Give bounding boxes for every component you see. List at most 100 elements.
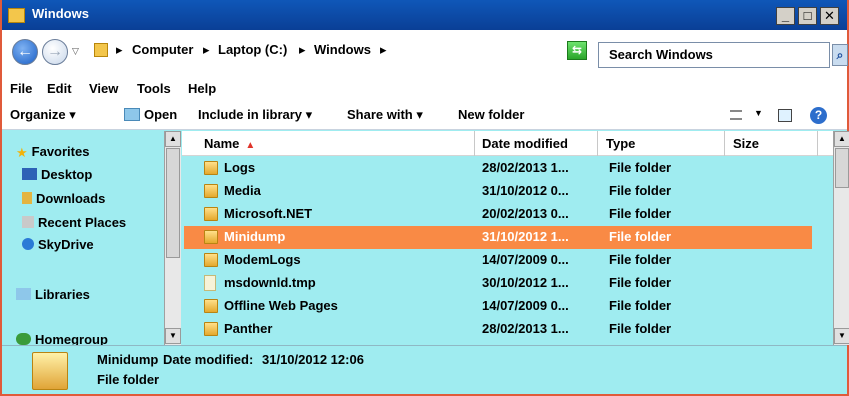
breadcrumb-computer[interactable]: Computer <box>132 42 193 57</box>
file-type: File folder <box>609 252 672 267</box>
scrollbar-thumb[interactable] <box>835 148 849 188</box>
help-icon[interactable]: ? <box>810 107 827 124</box>
menu-bar: File Edit View Tools Help <box>2 78 847 100</box>
scrollbar-thumb[interactable] <box>166 148 180 258</box>
details-pane: Minidump Date modified: 31/10/2012 12:06… <box>2 345 847 394</box>
navigation-scrollbar[interactable]: ▲ ▼ <box>164 131 181 345</box>
file-icon <box>204 275 216 291</box>
scroll-down-arrow-icon[interactable]: ▼ <box>165 328 181 344</box>
file-row[interactable]: Panther 28/02/2013 1... File folder <box>184 318 812 341</box>
view-dropdown-icon[interactable]: ▼ <box>754 108 763 118</box>
folder-icon <box>204 184 218 198</box>
menu-help[interactable]: Help <box>188 81 216 96</box>
search-input[interactable]: Search Windows <box>598 42 830 68</box>
cloud-icon <box>22 238 34 250</box>
forward-button[interactable]: → <box>42 39 68 65</box>
file-type: File folder <box>609 206 672 221</box>
detail-date-label: Date modified: <box>163 352 254 367</box>
folder-icon <box>8 8 25 23</box>
libraries-icon <box>16 288 31 300</box>
nav-desktop[interactable]: Desktop <box>22 167 92 182</box>
file-name: Media <box>224 183 261 198</box>
nav-libraries[interactable]: Libraries <box>16 287 90 302</box>
downloads-icon <box>22 192 32 204</box>
file-list-scrollbar[interactable]: ▲ ▼ <box>833 131 849 345</box>
folder-icon <box>204 207 218 221</box>
column-header-date[interactable]: Date modified <box>474 131 598 156</box>
breadcrumb-laptop[interactable]: Laptop (C:) <box>218 42 287 57</box>
file-type: File folder <box>609 160 672 175</box>
file-date-modified: 14/07/2009 0... <box>482 298 569 313</box>
command-bar: Organize ▾ Open Include in library ▾ Sha… <box>2 100 847 130</box>
open-button[interactable]: Open <box>144 107 177 122</box>
file-row[interactable]: msdownld.tmp 30/10/2012 1... File folder <box>184 272 812 295</box>
title-bar[interactable]: Windows _ □ ✕ <box>2 0 847 30</box>
close-button[interactable]: ✕ <box>820 7 839 25</box>
folder-icon <box>94 43 108 57</box>
breadcrumb-windows[interactable]: Windows <box>314 42 371 57</box>
column-header-name[interactable]: Name ▲ <box>196 131 475 156</box>
scroll-down-arrow-icon[interactable]: ▼ <box>834 328 849 344</box>
file-name: Panther <box>224 321 273 336</box>
folder-icon <box>204 161 218 175</box>
menu-tools[interactable]: Tools <box>137 81 171 96</box>
file-name: Logs <box>224 160 256 175</box>
detail-file-type: File folder <box>97 372 160 387</box>
homegroup-icon <box>16 333 31 345</box>
file-row[interactable]: Media 31/10/2012 0... File folder <box>184 180 812 203</box>
file-type: File folder <box>609 321 672 336</box>
nav-skydrive[interactable]: SkyDrive <box>22 237 94 252</box>
file-type: File folder <box>609 229 672 244</box>
menu-edit[interactable]: Edit <box>47 81 72 96</box>
file-list: Name ▲ Date modified Type Size Logs 28/02/… <box>182 131 847 345</box>
new-folder-button[interactable]: New folder <box>458 107 524 122</box>
file-row[interactable]: ModemLogs 14/07/2009 0... File folder <box>184 249 812 272</box>
menu-file[interactable]: File <box>10 81 32 96</box>
file-name: Offline Web Pages <box>224 298 338 313</box>
file-row[interactable]: Logs 28/02/2013 1... File folder <box>184 157 812 180</box>
file-row[interactable]: Offline Web Pages 14/07/2009 0... File fol… <box>184 295 812 318</box>
explorer-window: Windows _ □ ✕ ← → ▽ ▸ Computer ▸ Laptop … <box>0 0 849 396</box>
folder-icon <box>204 253 218 267</box>
crumb-separator[interactable]: ▸ <box>203 42 210 58</box>
column-header-size[interactable]: Size <box>725 131 818 156</box>
file-name: Minidump <box>224 229 286 244</box>
include-in-library-button[interactable]: Include in library ▾ <box>198 107 312 123</box>
file-type: File folder <box>609 275 672 290</box>
file-row[interactable]: Microsoft.NET 20/02/2013 0... File folder <box>184 203 812 226</box>
nav-favorites[interactable]: ★ Favorites <box>16 144 89 160</box>
file-date-modified: 31/10/2012 1... <box>482 229 569 244</box>
file-name: ModemLogs <box>224 252 301 267</box>
search-icon[interactable]: ⌕ <box>832 44 848 66</box>
minimize-button[interactable]: _ <box>776 7 795 25</box>
view-options-icon[interactable] <box>730 110 742 120</box>
crumb-separator[interactable]: ▸ <box>299 42 306 58</box>
file-row[interactable]: Minidump 31/10/2012 1... File folder <box>184 226 812 249</box>
sort-ascending-icon: ▲ <box>245 140 256 151</box>
file-date-modified: 14/07/2009 0... <box>482 252 569 267</box>
folder-icon <box>32 352 68 390</box>
crumb-separator[interactable]: ▸ <box>380 42 387 58</box>
maximize-button[interactable]: □ <box>798 7 817 25</box>
window-title: Windows <box>32 6 89 21</box>
share-with-button[interactable]: Share with ▾ <box>347 107 423 123</box>
address-row: ← → ▽ ▸ Computer ▸ Laptop (C:) ▸ Windows… <box>2 30 848 78</box>
back-button[interactable]: ← <box>12 39 38 65</box>
organize-button[interactable]: Organize ▾ <box>10 107 76 123</box>
file-type: File folder <box>609 183 672 198</box>
nav-downloads[interactable]: Downloads <box>22 191 105 206</box>
nav-homegroup[interactable]: Homegroup <box>16 332 108 345</box>
nav-recent-places[interactable]: Recent Places <box>22 215 126 230</box>
scroll-up-arrow-icon[interactable]: ▲ <box>834 131 849 147</box>
menu-view[interactable]: View <box>89 81 118 96</box>
scroll-up-arrow-icon[interactable]: ▲ <box>165 131 181 147</box>
column-header-type[interactable]: Type <box>598 131 725 156</box>
address-bar[interactable]: ▸ Computer ▸ Laptop (C:) ▸ Windows ▸ ▼ <box>88 38 640 65</box>
file-date-modified: 30/10/2012 1... <box>482 275 569 290</box>
file-date-modified: 20/02/2013 0... <box>482 206 569 221</box>
recent-pages-dropdown[interactable]: ▽ <box>72 46 79 57</box>
detail-file-name: Minidump <box>97 352 159 367</box>
navigation-pane: ★ Favorites Desktop Downloads Recent Plac… <box>2 131 182 345</box>
preview-pane-icon[interactable] <box>778 109 792 122</box>
refresh-button[interactable]: ⇆ <box>567 41 587 60</box>
